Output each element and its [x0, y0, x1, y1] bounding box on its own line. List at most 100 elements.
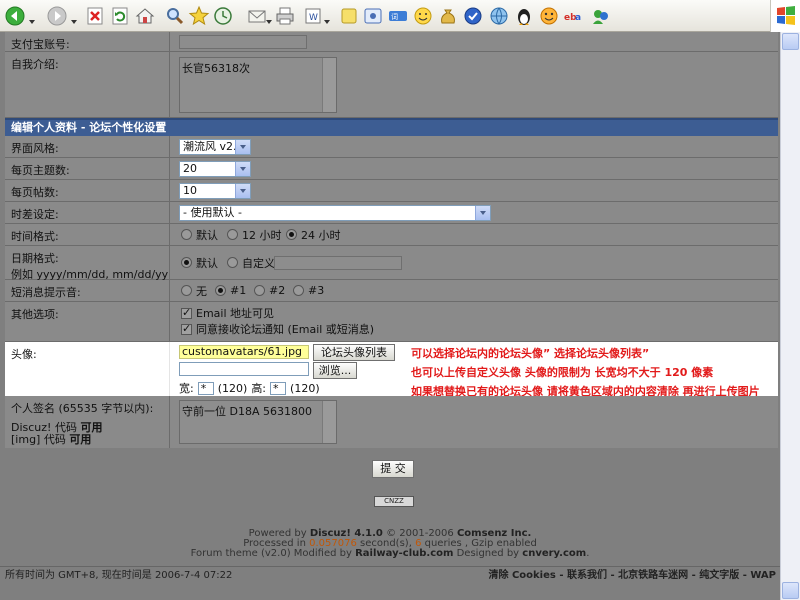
- signature-label-block: 个人签名 (65535 字节以内): Discuz! 代码 可用 [img] 代…: [5, 396, 170, 448]
- width-input[interactable]: *: [197, 381, 214, 395]
- messenger-icon[interactable]: [362, 5, 384, 27]
- radio-mark-selected: [215, 285, 226, 296]
- browse-button[interactable]: 浏览...: [313, 362, 357, 379]
- edit-icon[interactable]: W: [302, 5, 324, 27]
- scroll-down-button[interactable]: [782, 582, 799, 599]
- window-scrollbar[interactable]: [780, 32, 800, 600]
- back-dropdown-icon[interactable]: [29, 14, 35, 24]
- submit-button[interactable]: 提 交: [372, 460, 414, 478]
- topics-select[interactable]: 20: [179, 161, 251, 177]
- shield-icon[interactable]: [462, 5, 484, 27]
- row-avatar: 头像: customavatars/61.jpg 论坛头像列表 浏览... 宽:…: [5, 342, 778, 398]
- forum-settings-form: 界面风格: 潮流风 v2.0 每页主题数: 20 每页帖数: 10 时差设定: …: [5, 136, 778, 398]
- timeformat-12h-radio[interactable]: 12 小时: [227, 224, 282, 245]
- globe-icon[interactable]: [488, 5, 510, 27]
- profile-form-top: 支付宝账号: 自我介绍: 长官56318次: [5, 32, 778, 118]
- scroll-up-button[interactable]: [782, 33, 799, 50]
- back-icon[interactable]: [4, 5, 26, 27]
- height-label: 高:: [251, 382, 267, 395]
- timezone-select[interactable]: - 使用默认 -: [179, 205, 491, 221]
- msn-icon[interactable]: [590, 5, 612, 27]
- mod-site-link[interactable]: Railway-club.com: [355, 548, 453, 559]
- mail-icon[interactable]: [246, 5, 268, 27]
- height-input[interactable]: *: [270, 381, 287, 395]
- height-value: *: [273, 381, 279, 395]
- sound-2-radio[interactable]: #2: [254, 280, 285, 301]
- sound-1-radio[interactable]: #1: [215, 280, 246, 301]
- footer-theme: Forum theme (v2.0) Modified by Railway-c…: [0, 549, 780, 559]
- stop-icon[interactable]: [84, 5, 106, 27]
- section-header: 编辑个人资料 - 论坛个性化设置: [5, 118, 778, 136]
- sound-label: 短消息提示音:: [5, 280, 170, 301]
- posts-value: 10: [183, 184, 197, 197]
- topics-label: 每页主题数:: [5, 158, 170, 179]
- stats-badge[interactable]: CNZZ: [374, 496, 414, 507]
- dateformat-label: 日期格式: 例如 yyyy/mm/dd, mm/dd/yy: [5, 246, 170, 281]
- intro-scrollbar[interactable]: [322, 58, 336, 112]
- posts-select[interactable]: 10: [179, 183, 251, 199]
- avatar-upload-input[interactable]: [179, 362, 309, 376]
- email-visible-checkbox[interactable]: Email 地址可见: [181, 306, 274, 320]
- text-version-link[interactable]: 纯文字版: [699, 570, 739, 581]
- dateformat-custom-radio[interactable]: 自定义:: [227, 246, 279, 279]
- timeformat-24h-radio[interactable]: 24 小时: [286, 224, 341, 245]
- avatar-note-2: 也可以上传自定义头像 头像的限制为 长宽均不大于 120 像素: [411, 366, 714, 379]
- dateformat-default-radio[interactable]: 默认: [181, 246, 218, 279]
- sound-1-label: #1: [230, 284, 247, 297]
- separator: -: [555, 570, 567, 581]
- intro-textarea[interactable]: 长官56318次: [179, 57, 337, 113]
- print-icon[interactable]: [274, 5, 296, 27]
- qq-penguin-icon[interactable]: [513, 5, 535, 27]
- contact-link[interactable]: 联系我们: [567, 570, 607, 581]
- timeformat-default-label: 默认: [196, 228, 218, 242]
- designed-by-text: Designed by: [456, 548, 520, 559]
- home-icon[interactable]: [134, 5, 156, 27]
- search-icon[interactable]: [164, 5, 186, 27]
- checkbox-mark-checked: [181, 306, 192, 319]
- clear-cookies-link[interactable]: 清除 Cookies: [488, 570, 555, 581]
- wap-link[interactable]: WAP: [750, 570, 776, 581]
- signature-textarea[interactable]: 守前一位 D18A 5631800: [179, 400, 337, 444]
- sound-3-radio[interactable]: #3: [293, 280, 324, 301]
- timezone-label: 时差设定:: [5, 202, 170, 223]
- timeformat-default-radio[interactable]: 默认: [181, 224, 218, 245]
- radio-mark: [254, 285, 265, 296]
- avatar-list-button[interactable]: 论坛头像列表: [313, 344, 395, 361]
- note-icon[interactable]: [338, 5, 360, 27]
- chevron-down-icon: [235, 140, 250, 154]
- sound-none-label: 无: [196, 284, 207, 298]
- row-topics: 每页主题数: 20: [5, 158, 778, 180]
- alipay-input[interactable]: [179, 35, 307, 49]
- avatar-path-input[interactable]: customavatars/61.jpg: [179, 345, 309, 359]
- signature-scrollbar[interactable]: [322, 401, 336, 443]
- history-icon[interactable]: [212, 5, 234, 27]
- translate-icon[interactable]: 词: [387, 5, 409, 27]
- row-other: 其他选项: Email 地址可见 同意接收论坛通知 (Email 或短消息): [5, 302, 778, 342]
- forward-dropdown-icon[interactable]: [71, 14, 77, 24]
- refresh-icon[interactable]: [109, 5, 131, 27]
- intro-label: 自我介绍:: [5, 52, 170, 117]
- radio-mark: [227, 257, 238, 268]
- forward-icon[interactable]: [46, 5, 68, 27]
- radio-mark: [181, 285, 192, 296]
- mail-dropdown-icon[interactable]: [266, 14, 272, 24]
- edit-dropdown-icon[interactable]: [324, 14, 330, 24]
- design-site-link[interactable]: cnvery.com: [522, 548, 586, 559]
- row-alipay: 支付宝账号:: [5, 32, 778, 52]
- dateformat-custom-input[interactable]: [274, 256, 402, 270]
- money-bag-icon[interactable]: [437, 5, 459, 27]
- separator: -: [739, 570, 751, 581]
- emoticon-icon[interactable]: [538, 5, 560, 27]
- notify-checkbox[interactable]: 同意接收论坛通知 (Email 或短消息): [181, 322, 374, 336]
- favorites-icon[interactable]: [188, 5, 210, 27]
- email-visible-label: Email 地址可见: [196, 307, 275, 320]
- svg-text:a: a: [575, 13, 581, 23]
- sound-none-radio[interactable]: 无: [181, 280, 207, 301]
- posts-label: 每页帖数:: [5, 180, 170, 201]
- img-code-status: [img] 代码 可用: [11, 434, 163, 446]
- server-time: 所有时间为 GMT+8, 现在时间是 2006-7-4 07:22: [5, 570, 233, 581]
- smiley-icon[interactable]: [412, 5, 434, 27]
- style-select[interactable]: 潮流风 v2.0: [179, 139, 251, 155]
- site-home-link[interactable]: 北京铁路车迷网: [618, 570, 688, 581]
- ebay-icon[interactable]: eb a: [563, 5, 585, 27]
